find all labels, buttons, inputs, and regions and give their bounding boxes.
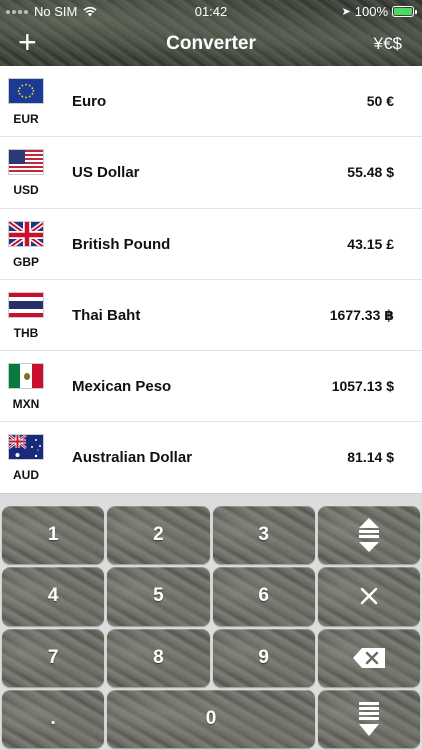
flag-au-icon: [8, 434, 44, 461]
flag-th-icon: [8, 291, 44, 318]
battery-icon: [392, 6, 417, 17]
key-9[interactable]: 9: [212, 628, 315, 687]
key-5[interactable]: 5: [107, 567, 210, 626]
key-7[interactable]: 7: [2, 628, 105, 687]
currency-name: Australian Dollar: [72, 449, 193, 467]
location-arrow-icon: ➤: [341, 6, 351, 18]
key-4[interactable]: 4: [2, 567, 105, 626]
clear-x-icon: [360, 588, 378, 605]
currency-amount[interactable]: 50 €: [367, 93, 394, 109]
currency-row-aud[interactable]: AUD Australian Dollar 81.14 $: [0, 422, 422, 494]
currency-row-gbp[interactable]: GBP British Pound 43.15 £: [0, 209, 422, 280]
flag-mx-icon: [8, 363, 44, 390]
scroll-down-button[interactable]: [317, 689, 420, 748]
currency-code: THB: [13, 325, 39, 340]
currency-list: EUR Euro 50 € USD US Dollar 55.48 $ GBP …: [0, 66, 422, 494]
flag-gb-icon: [8, 220, 44, 247]
currency-code: EUR: [13, 112, 39, 126]
nav-bar: + Converter ¥€$: [0, 22, 422, 66]
key-2[interactable]: 2: [107, 506, 210, 565]
currency-name: US Dollar: [72, 164, 140, 182]
key-6[interactable]: 6: [212, 567, 315, 626]
key-3[interactable]: 3: [212, 506, 315, 565]
flag-eu-icon: [8, 78, 44, 104]
backspace-icon: [352, 647, 385, 668]
clear-button[interactable]: [317, 567, 420, 626]
key-decimal[interactable]: .: [2, 689, 105, 748]
status-bar: No SIM 01:42 ➤ 100%: [0, 0, 422, 22]
scroll-down-icon: [358, 701, 379, 736]
currency-amount[interactable]: 1677.33 ฿: [330, 307, 394, 324]
currency-amount[interactable]: 81.14 $: [347, 449, 394, 465]
currency-row-usd[interactable]: USD US Dollar 55.48 $: [0, 137, 422, 209]
currency-name: Euro: [72, 93, 107, 110]
battery-percent: 100%: [354, 4, 388, 19]
app-header: No SIM 01:42 ➤ 100% + Converter ¥€$: [0, 0, 422, 66]
currency-code: USD: [13, 183, 39, 198]
currency-code: GBP: [12, 254, 39, 269]
page-title: Converter: [166, 33, 256, 54]
key-8[interactable]: 8: [107, 628, 210, 687]
currency-name: Mexican Peso: [72, 378, 172, 396]
currency-amount[interactable]: 1057.13 $: [332, 378, 394, 394]
currency-code: AUD: [13, 468, 39, 483]
currency-amount[interactable]: 43.15 £: [347, 236, 394, 252]
currency-settings-button[interactable]: ¥€$: [374, 34, 402, 54]
swap-currency-button[interactable]: [317, 506, 420, 565]
key-1[interactable]: 1: [2, 506, 105, 565]
numeric-keypad: 1 2 3 4 5 6 7 8 9 . 0: [0, 494, 422, 750]
currency-row-mxn[interactable]: MXN Mexican Peso 1057.13 $: [0, 351, 422, 423]
currency-code: MXN: [12, 397, 40, 412]
backspace-button[interactable]: [317, 628, 420, 687]
currency-row-eur[interactable]: EUR Euro 50 €: [0, 66, 422, 138]
swap-arrows-icon: [358, 518, 379, 553]
currency-amount[interactable]: 55.48 $: [347, 164, 394, 180]
flag-us-icon: [8, 149, 44, 176]
currency-name: Thai Baht: [72, 306, 141, 324]
currency-name: British Pound: [72, 235, 171, 253]
key-0[interactable]: 0: [107, 689, 315, 748]
currency-row-thb[interactable]: THB Thai Baht 1677.33 ฿: [0, 280, 422, 352]
